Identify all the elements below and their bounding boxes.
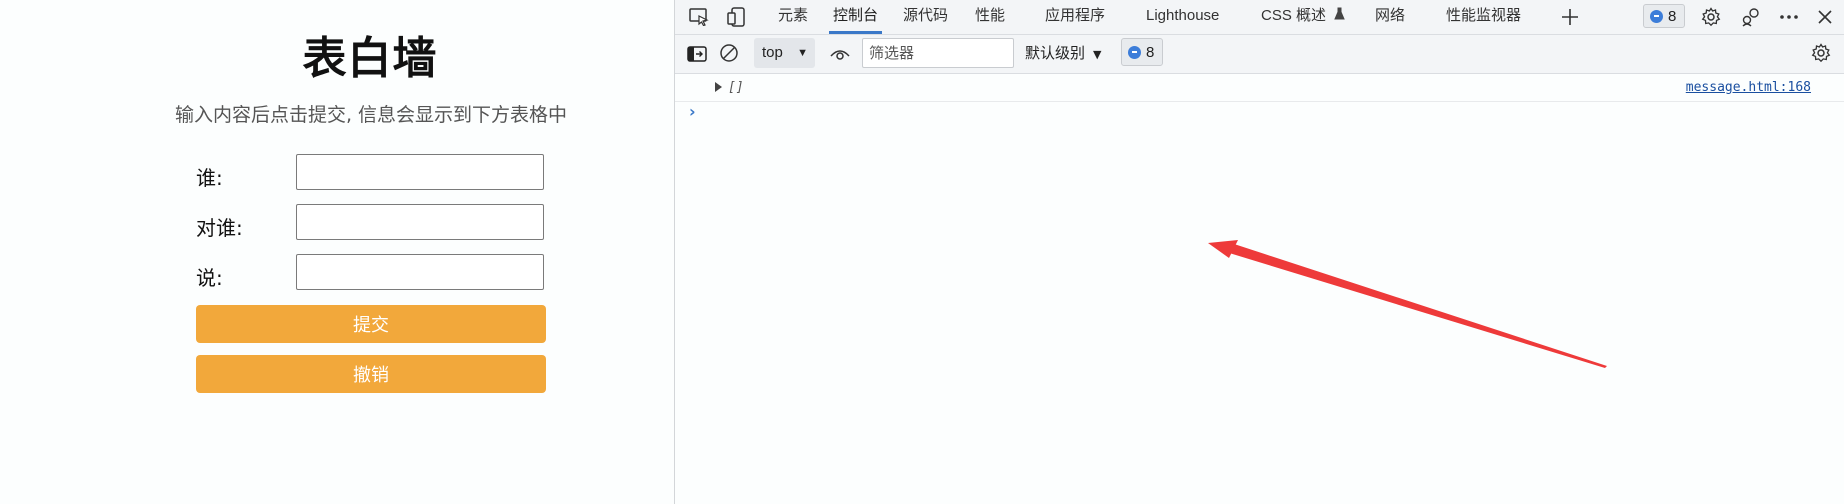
eye-icon[interactable]	[828, 43, 852, 65]
message-icon	[1650, 9, 1663, 23]
message-count: 8	[1668, 7, 1677, 25]
message-input[interactable]	[296, 254, 544, 290]
tab-network[interactable]: 网络	[1375, 0, 1405, 34]
devtools-tabbar: 元素 控制台 源代码 性能 应用程序 Lighthouse CSS 概述 网络 …	[675, 0, 1844, 35]
issues-badge[interactable]: 8	[1121, 38, 1163, 66]
who-input[interactable]	[296, 154, 544, 190]
form-row-message: 说:	[196, 254, 546, 294]
console-output: [] message.html:168 ›	[675, 74, 1844, 504]
log-level-select[interactable]: 默认级别 ▼	[1025, 38, 1101, 68]
message-label: 说:	[196, 266, 223, 290]
device-toolbar-icon[interactable]	[725, 6, 749, 28]
expand-triangle-icon	[715, 82, 722, 92]
plus-icon[interactable]	[1558, 6, 1582, 28]
page-title: 表白墙	[302, 33, 438, 84]
web-page: 表白墙 输入内容后点击提交, 信息会显示到下方表格中 谁: 对谁: 说: 提交 …	[0, 0, 674, 504]
filter-input[interactable]	[862, 38, 1014, 68]
log-entry: [] message.html:168	[675, 74, 1844, 102]
tab-lighthouse[interactable]: Lighthouse	[1146, 0, 1219, 34]
message-badge[interactable]: 8	[1643, 4, 1685, 28]
log-value-text: []	[728, 80, 744, 95]
tab-css-overview[interactable]: CSS 概述	[1261, 0, 1345, 34]
gear-icon[interactable]	[1699, 6, 1723, 28]
tab-performance-monitor[interactable]: 性能监视器	[1446, 0, 1521, 34]
tab-console[interactable]: 控制台	[828, 0, 883, 34]
console-toolbar: top ▼ 默认级别 ▼ 8	[675, 35, 1844, 74]
connections-icon[interactable]	[1739, 6, 1763, 28]
clear-console-icon[interactable]	[717, 42, 741, 64]
undo-button[interactable]: 撤销	[196, 355, 546, 393]
who-label: 谁:	[196, 166, 223, 190]
beaker-icon	[1334, 0, 1345, 32]
chevron-down-icon: ▼	[797, 47, 808, 59]
inspect-icon[interactable]	[687, 6, 711, 28]
tab-performance[interactable]: 性能	[975, 0, 1005, 34]
message-icon	[1128, 45, 1141, 59]
log-level-value: 默认级别	[1025, 44, 1086, 62]
context-select[interactable]: top ▼	[754, 38, 815, 68]
to-whom-label: 对谁:	[196, 216, 243, 240]
tab-application[interactable]: 应用程序	[1045, 0, 1105, 34]
console-settings-gear-icon[interactable]	[1809, 42, 1833, 64]
more-icon[interactable]	[1777, 6, 1801, 28]
context-value: top	[762, 44, 783, 61]
tab-css-overview-label: CSS 概述	[1261, 7, 1327, 24]
drawer-toggle-icon[interactable]	[685, 43, 709, 65]
issue-count: 8	[1146, 43, 1155, 61]
tab-elements[interactable]: 元素	[778, 0, 808, 34]
chevron-down-icon: ▼	[1093, 48, 1102, 61]
log-source-link[interactable]: message.html:168	[1686, 80, 1811, 95]
to-whom-input[interactable]	[296, 204, 544, 240]
form-row-to-whom: 对谁:	[196, 204, 546, 244]
page-subtitle: 输入内容后点击提交, 信息会显示到下方表格中	[174, 104, 568, 126]
close-icon[interactable]	[1813, 6, 1837, 28]
log-value[interactable]: []	[715, 80, 744, 95]
tab-sources[interactable]: 源代码	[903, 0, 948, 34]
form-row-who: 谁:	[196, 154, 546, 194]
submit-button[interactable]: 提交	[196, 305, 546, 343]
console-prompt[interactable]: ›	[689, 102, 696, 121]
devtools-panel: 元素 控制台 源代码 性能 应用程序 Lighthouse CSS 概述 网络 …	[674, 0, 1844, 504]
